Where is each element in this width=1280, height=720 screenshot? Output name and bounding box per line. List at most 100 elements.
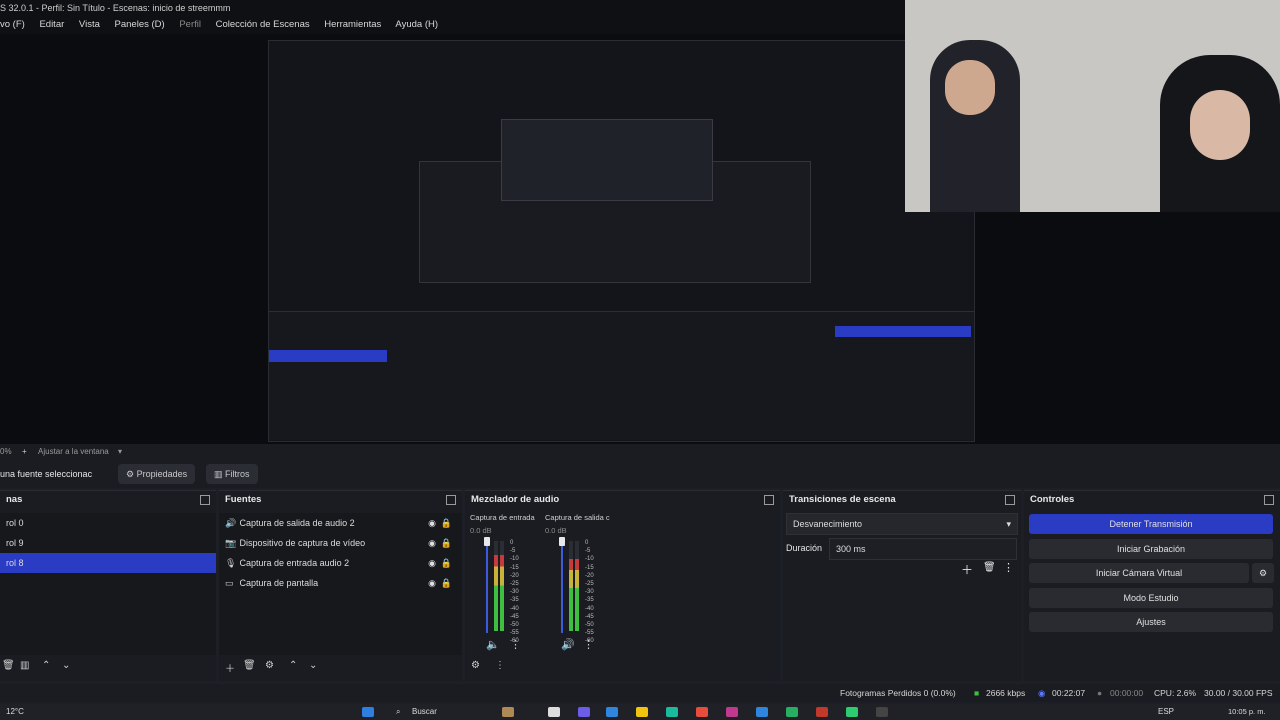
store-icon[interactable] <box>606 707 618 717</box>
widget-icon[interactable] <box>502 707 514 717</box>
task-view-icon[interactable] <box>548 707 560 717</box>
windows-start-icon[interactable] <box>362 707 374 717</box>
scenes-dock: nas rol 0 rol 9 rol 8 🗑 ▥ ⌃ ⌄ <box>0 490 216 681</box>
eye-icon[interactable]: ◉ <box>428 533 436 553</box>
move-up-icon[interactable]: ⌃ <box>42 660 50 671</box>
folder-icon[interactable] <box>636 707 648 717</box>
move-down-icon[interactable]: ⌄ <box>62 660 70 671</box>
source-item[interactable]: 🎙 Captura de entrada audio 2 ◉ 🔒 <box>219 553 462 573</box>
obs-icon[interactable] <box>876 707 888 717</box>
instagram-icon[interactable] <box>726 707 738 717</box>
eye-icon[interactable]: ◉ <box>428 573 436 593</box>
menu-edit[interactable]: Editar <box>39 19 64 30</box>
volume-fader[interactable] <box>561 537 563 633</box>
search-icon[interactable]: ⌕ <box>396 704 400 720</box>
chrome-icon[interactable] <box>696 707 708 717</box>
popout-icon[interactable] <box>446 495 456 505</box>
facebook-icon[interactable] <box>756 707 768 717</box>
weather[interactable]: 12°C <box>6 704 24 720</box>
source-item[interactable]: ▭ Captura de pantalla ◉ 🔒 <box>219 573 462 593</box>
mute-speaker-icon[interactable]: 🔈 <box>486 638 500 651</box>
popout-icon[interactable] <box>1005 495 1015 505</box>
level-meter-fill <box>500 554 504 631</box>
lock-icon[interactable]: 🔒 <box>441 513 452 533</box>
popout-icon[interactable] <box>1264 495 1274 505</box>
start-recording-button[interactable]: Iniciar Grabación <box>1029 539 1273 559</box>
menu-view[interactable]: Vista <box>79 19 100 30</box>
source-item[interactable]: 📷 Dispositivo de captura de vídeo ◉ 🔒 <box>219 533 462 553</box>
lock-icon[interactable]: 🔒 <box>441 553 452 573</box>
transition-select[interactable]: Desvanecimiento ▾ <box>786 513 1018 535</box>
whatsapp-icon[interactable] <box>786 707 798 717</box>
scene-filter-icon[interactable]: ▥ <box>20 660 29 671</box>
webcam-overlay <box>905 0 1280 212</box>
status-bar: Fotogramas Perdidos 0 (0.0%) ■ 2666 kbps… <box>0 684 1280 702</box>
lock-icon[interactable]: 🔒 <box>441 573 452 593</box>
nested-docks <box>269 311 974 440</box>
edge-icon[interactable] <box>666 707 678 717</box>
menu-scene-collection[interactable]: Colección de Escenas <box>216 19 310 30</box>
volume-fader[interactable] <box>486 537 488 633</box>
gear-icon[interactable]: ⚙ <box>265 660 274 671</box>
popout-icon[interactable] <box>764 495 774 505</box>
speaker-icon: 🔊 <box>225 518 237 528</box>
fader-knob[interactable] <box>559 537 565 546</box>
app-icon[interactable] <box>816 707 828 717</box>
scale-tick: -40 <box>585 605 594 612</box>
start-virtual-camera-button[interactable]: Iniciar Cámara Virtual <box>1029 563 1249 583</box>
more-options-icon[interactable]: ⋮ <box>1003 561 1014 574</box>
clock[interactable]: 10:05 p. m. <box>1228 704 1266 720</box>
studio-mode-button[interactable]: Modo Estudio <box>1029 588 1273 608</box>
eye-icon[interactable]: ◉ <box>428 553 436 573</box>
settings-button[interactable]: Ajustes <box>1029 612 1273 632</box>
move-up-icon[interactable]: ⌃ <box>289 660 297 671</box>
more-options-icon[interactable]: ⋮ <box>583 638 594 651</box>
transitions-title: Transiciones de escena <box>789 494 896 505</box>
more-options-icon[interactable]: ⋮ <box>510 638 521 651</box>
app-icon[interactable] <box>846 707 858 717</box>
add-icon[interactable]: ＋ <box>961 561 973 578</box>
language-indicator[interactable]: ESP <box>1158 704 1174 720</box>
move-down-icon[interactable]: ⌄ <box>309 660 317 671</box>
trash-icon[interactable]: 🗑 <box>2 660 15 671</box>
mixer-channel: Captura de salida c 0.0 dB 0 -5 -10 -15 -20 -… <box>545 513 613 663</box>
level-meter <box>569 541 573 631</box>
sources-title: Fuentes <box>225 494 262 505</box>
menu-docks[interactable]: Paneles (D) <box>115 19 165 30</box>
properties-button[interactable]: ⚙ Propiedades <box>118 464 196 484</box>
mixer-settings-icon[interactable]: ⚙ <box>471 660 480 671</box>
filters-button[interactable]: ▥ Filtros <box>206 464 258 484</box>
scene-item-selected[interactable]: rol 8 <box>0 553 216 573</box>
fit-window-label[interactable]: Ajustar a la ventana <box>38 444 109 460</box>
level-meter <box>500 541 504 631</box>
controls-dock: Controles Detener Transmisión Iniciar Gr… <box>1024 490 1280 681</box>
duration-input[interactable]: 300 ms <box>829 538 1017 560</box>
zoom-plus-icon[interactable]: + <box>22 444 27 460</box>
controls-title: Controles <box>1030 494 1075 505</box>
controls-header: Controles <box>1024 491 1280 509</box>
taskbar-search[interactable]: Buscar <box>412 704 437 720</box>
more-options-icon[interactable]: ⋮ <box>495 660 505 671</box>
popout-icon[interactable] <box>200 495 210 505</box>
preview-canvas[interactable] <box>268 40 975 442</box>
stop-stream-button[interactable]: Detener Transmisión <box>1029 514 1273 534</box>
scene-item[interactable]: rol 9 <box>0 533 216 553</box>
menu-file[interactable]: vo (F) <box>0 19 25 30</box>
add-icon[interactable]: ＋ <box>225 660 235 675</box>
speaker-icon[interactable]: 🔊 <box>561 638 575 651</box>
virtual-camera-settings-gear-icon[interactable]: ⚙ <box>1252 563 1274 583</box>
menu-profile[interactable]: Perfil <box>179 19 201 30</box>
trash-icon[interactable]: 🗑 <box>243 660 256 671</box>
source-label: Captura de pantalla <box>239 578 319 588</box>
scene-item[interactable]: rol 0 <box>0 513 216 533</box>
lock-icon[interactable]: 🔒 <box>441 533 452 553</box>
source-item[interactable]: 🔊 Captura de salida de audio 2 ◉ 🔒 <box>219 513 462 533</box>
trash-icon[interactable]: 🗑 <box>983 562 996 573</box>
eye-icon[interactable]: ◉ <box>428 513 436 533</box>
chevron-down-icon[interactable]: ▾ <box>118 444 122 460</box>
copilot-icon[interactable] <box>578 707 590 717</box>
fader-knob[interactable] <box>484 537 490 546</box>
menu-tools[interactable]: Herramientas <box>324 19 381 30</box>
menu-help[interactable]: Ayuda (H) <box>395 19 438 30</box>
level-meter <box>494 541 498 631</box>
